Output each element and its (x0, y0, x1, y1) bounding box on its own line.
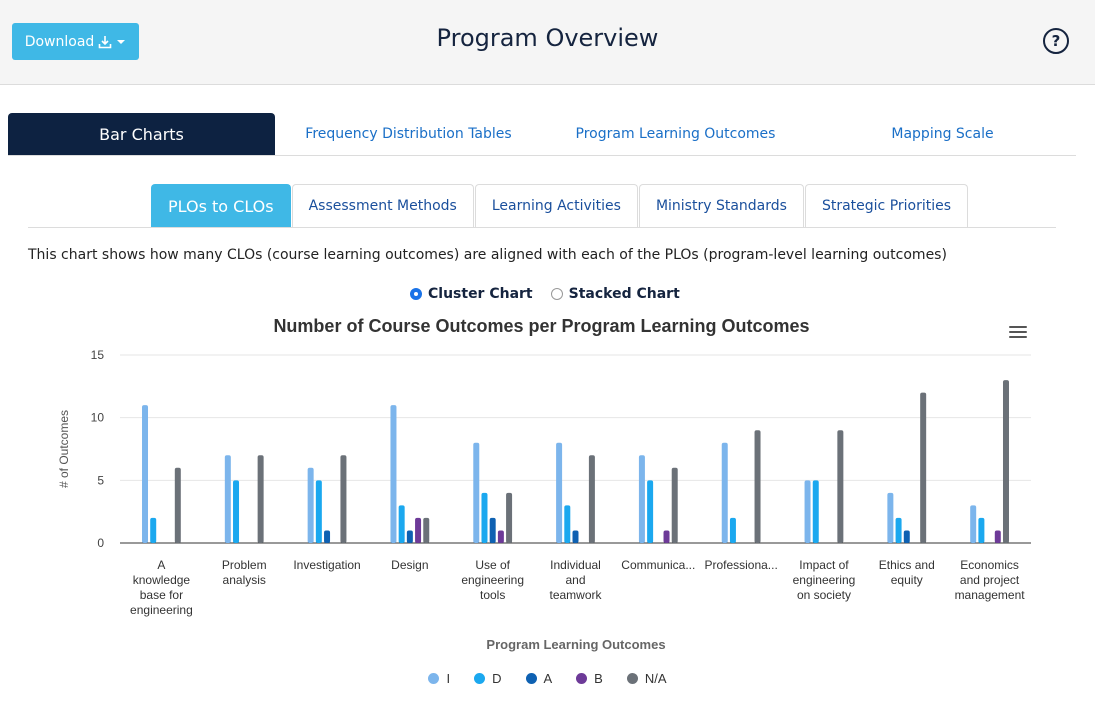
x-tick-label: Problem (222, 558, 267, 572)
legend-item[interactable]: N/A (626, 671, 667, 686)
legend-swatch (428, 673, 440, 684)
legend-swatch (474, 673, 486, 684)
x-tick-label: Professiona... (704, 558, 777, 572)
x-tick-label: engineering (130, 603, 193, 617)
legend-item[interactable]: I (428, 671, 450, 686)
x-tick-label: and project (960, 573, 1020, 587)
bar (556, 442, 563, 543)
bar (663, 530, 670, 543)
x-tick-label: engineering (461, 573, 524, 587)
bar (174, 467, 181, 543)
bar (895, 517, 902, 543)
bar (233, 480, 240, 543)
bar (481, 492, 488, 543)
x-tick-label: teamwork (549, 588, 602, 602)
bar (340, 455, 347, 543)
bar (257, 455, 264, 543)
bar (804, 480, 811, 543)
x-tick-label: Design (391, 558, 428, 572)
x-tick-label: Impact of (799, 558, 849, 572)
bar (1002, 380, 1009, 543)
legend-swatch (576, 673, 588, 684)
bar (473, 442, 480, 543)
legend-item[interactable]: D (474, 671, 502, 686)
legend-label: I (446, 671, 451, 686)
bar (224, 455, 231, 543)
x-tick-label: Communica... (621, 558, 695, 572)
x-tick-label: Individual (550, 558, 601, 572)
x-axis-label: Program Learning Outcomes (486, 637, 665, 652)
bar (978, 517, 985, 543)
bar (671, 467, 678, 543)
bar (572, 530, 579, 543)
x-tick-label: Economics (960, 558, 1019, 572)
legend-label: B (594, 671, 603, 686)
bar (588, 455, 595, 543)
legend-swatch (626, 673, 638, 684)
bar (415, 517, 422, 543)
x-tick-label: tools (480, 588, 505, 602)
bar (406, 530, 413, 543)
bar (497, 530, 504, 543)
bar (390, 405, 397, 543)
y-tick-label: 10 (91, 411, 105, 425)
x-tick-label: management (955, 588, 1026, 602)
bar (398, 505, 405, 543)
bar (812, 480, 819, 543)
bar-chart: 0 5 10 15 # of Outcomes Program Learning Outc… (57, 348, 1031, 652)
bar (150, 517, 157, 543)
x-tick-label: knowledge (133, 573, 191, 587)
x-tick-label: and (565, 573, 585, 587)
x-tick-label: on society (797, 588, 851, 602)
bar (315, 480, 322, 543)
y-tick-label: 0 (97, 536, 104, 550)
bar (307, 467, 314, 543)
bar (837, 430, 844, 543)
x-tick-label: base for (140, 588, 183, 602)
bar (903, 530, 910, 543)
bar (920, 392, 927, 543)
bar (647, 480, 654, 543)
bar (994, 530, 1001, 543)
x-tick-label: Investigation (293, 558, 360, 572)
x-tick-label: Use of (475, 558, 510, 572)
bar (423, 517, 430, 543)
chart-legend: I D A B N/A (0, 671, 1095, 686)
bar (729, 517, 736, 543)
bar (887, 492, 894, 543)
bar (506, 492, 513, 543)
bar (970, 505, 977, 543)
bar (721, 442, 728, 543)
legend-item[interactable]: A (525, 671, 553, 686)
y-axis-label: # of Outcomes (57, 410, 71, 488)
legend-item[interactable]: B (576, 671, 603, 686)
legend-label: A (543, 671, 553, 686)
legend-label: N/A (644, 671, 667, 686)
x-tick-label: engineering (793, 573, 856, 587)
legend-label: D (492, 671, 502, 686)
bar (324, 530, 331, 543)
bar (142, 405, 149, 543)
x-tick-label: A (157, 558, 165, 572)
legend-swatch (525, 673, 537, 684)
bar (638, 455, 645, 543)
y-tick-label: 5 (97, 473, 104, 487)
bar (754, 430, 761, 543)
bar (489, 517, 496, 543)
x-tick-label: Ethics and (879, 558, 935, 572)
bar (564, 505, 571, 543)
y-tick-label: 15 (91, 348, 105, 362)
x-tick-label: equity (891, 573, 923, 587)
x-tick-label: analysis (223, 573, 266, 587)
